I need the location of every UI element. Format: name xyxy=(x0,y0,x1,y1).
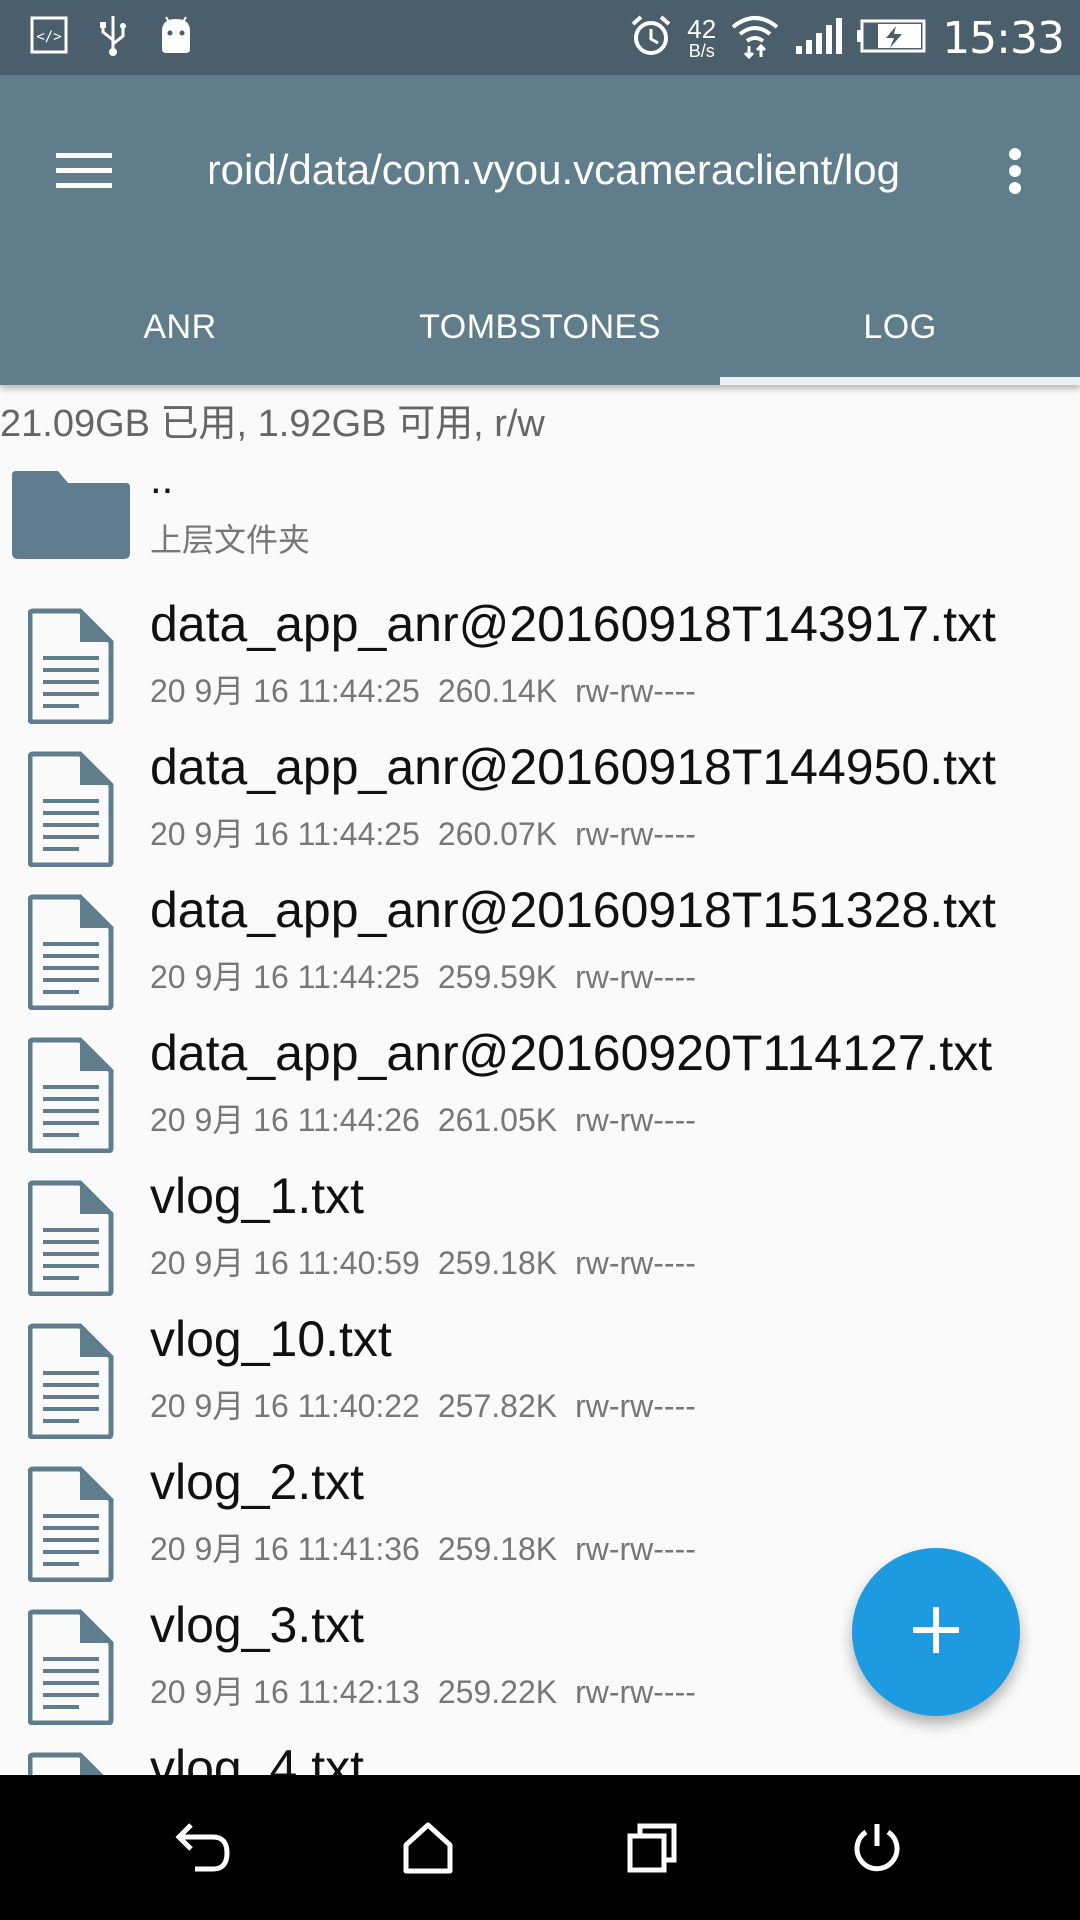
svg-text:</>: </> xyxy=(36,29,61,45)
power-button[interactable] xyxy=(832,1805,922,1895)
list-item[interactable]: vlog_4.txt xyxy=(0,1724,1080,1775)
file-name: data_app_anr@20160918T144950.txt xyxy=(150,739,996,795)
file-text-icon xyxy=(27,751,114,872)
tab-bar: ANR TOMBSTONES LOG xyxy=(0,270,1080,385)
file-name: data_app_anr@20160918T151328.txt xyxy=(150,882,996,938)
file-perms: rw-rw---- xyxy=(575,1531,696,1567)
folder-icon xyxy=(10,465,132,566)
file-size: 257.82K xyxy=(437,1388,558,1424)
list-item[interactable]: vlog_10.txt 20 9月 16 11:40:22 257.82K rw-r… xyxy=(0,1295,1080,1440)
file-meta: 20 9月 16 11:40:22 257.82K rw-rw---- xyxy=(150,1381,714,1427)
net-speed-unit: B/s xyxy=(688,41,715,61)
net-speed-value: 42 xyxy=(687,14,717,44)
tab-tombstones[interactable]: TOMBSTONES xyxy=(360,270,720,385)
tab-label: TOMBSTONES xyxy=(419,308,661,346)
file-date: 20 9月 16 11:44:26 xyxy=(150,1102,420,1138)
file-perms: rw-rw---- xyxy=(575,1388,696,1424)
power-icon xyxy=(851,1822,903,1879)
file-date: 20 9月 16 11:44:25 xyxy=(150,959,420,995)
file-meta: 20 9月 16 11:44:25 260.14K rw-rw---- xyxy=(150,666,714,712)
more-options-icon[interactable] xyxy=(990,130,1040,210)
back-button[interactable] xyxy=(158,1805,248,1895)
file-size: 259.18K xyxy=(437,1531,558,1567)
file-text-icon xyxy=(27,1466,114,1587)
file-perms: rw-rw---- xyxy=(575,816,696,852)
file-meta: 20 9月 16 11:42:13 259.22K rw-rw---- xyxy=(150,1667,714,1713)
file-text-icon xyxy=(27,1180,114,1301)
file-text-icon xyxy=(27,608,114,729)
file-date: 20 9月 16 11:40:22 xyxy=(150,1388,420,1424)
tab-log[interactable]: LOG xyxy=(720,270,1080,385)
android-icon xyxy=(158,15,194,60)
file-name: data_app_anr@20160918T143917.txt xyxy=(150,596,996,652)
file-name: vlog_4.txt xyxy=(150,1740,365,1775)
path-display[interactable]: /storage/emulated/0/Android/data/com.vyo… xyxy=(210,130,910,210)
storage-info: 21.09GB 已用, 1.92GB 可用, r/w xyxy=(0,403,545,445)
file-perms: rw-rw---- xyxy=(575,959,696,995)
navigation-bar xyxy=(0,1775,1080,1920)
file-meta: 20 9月 16 11:44:25 260.07K rw-rw---- xyxy=(150,809,714,855)
file-date: 20 9月 16 11:42:13 xyxy=(150,1674,420,1710)
clock: 15:33 xyxy=(942,12,1065,64)
parent-folder-row[interactable]: .. 上层文件夹 xyxy=(0,445,1080,580)
file-date: 20 9月 16 11:44:25 xyxy=(150,673,420,709)
plus-icon xyxy=(911,1605,961,1660)
tab-anr[interactable]: ANR xyxy=(0,270,360,385)
file-size: 259.22K xyxy=(437,1674,558,1710)
home-icon xyxy=(402,1821,454,1880)
file-name: vlog_10.txt xyxy=(150,1311,392,1367)
file-size: 259.18K xyxy=(437,1245,558,1281)
net-speed: 42 B/s xyxy=(687,16,716,60)
recents-button[interactable] xyxy=(607,1805,697,1895)
current-path: /storage/emulated/0/Android/data/com.vyo… xyxy=(210,146,900,193)
battery-charging-icon xyxy=(856,16,928,61)
file-meta: 20 9月 16 11:44:25 259.59K rw-rw---- xyxy=(150,952,714,998)
file-size: 261.05K xyxy=(437,1102,558,1138)
usb-icon xyxy=(98,14,128,61)
file-name: vlog_1.txt xyxy=(150,1168,365,1224)
signal-icon xyxy=(794,16,843,61)
list-item[interactable]: vlog_1.txt 20 9月 16 11:40:59 259.18K rw-rw… xyxy=(0,1152,1080,1297)
file-size: 260.14K xyxy=(437,673,558,709)
recents-icon xyxy=(626,1822,678,1879)
tab-label: ANR xyxy=(143,308,217,346)
list-item[interactable]: data_app_anr@20160918T151328.txt 20 9月 1… xyxy=(0,866,1080,1011)
tab-label: LOG xyxy=(863,308,937,346)
file-size: 260.07K xyxy=(437,816,558,852)
file-meta: 20 9月 16 11:40:59 259.18K rw-rw---- xyxy=(150,1238,714,1284)
file-date: 20 9月 16 11:40:59 xyxy=(150,1245,420,1281)
file-size: 259.59K xyxy=(437,959,558,995)
wifi-icon xyxy=(730,13,780,64)
list-item[interactable]: data_app_anr@20160918T143917.txt 20 9月 1… xyxy=(0,580,1080,725)
file-name: data_app_anr@20160920T114127.txt xyxy=(150,1025,993,1081)
file-perms: rw-rw---- xyxy=(575,673,696,709)
file-name: vlog_3.txt xyxy=(150,1597,365,1653)
file-meta: 20 9月 16 11:41:36 259.18K rw-rw---- xyxy=(150,1524,714,1570)
file-date: 20 9月 16 11:44:25 xyxy=(150,816,420,852)
file-text-icon xyxy=(27,1752,114,1775)
home-button[interactable] xyxy=(383,1805,473,1895)
alarm-icon xyxy=(629,14,673,63)
file-meta: 20 9月 16 11:44:26 261.05K rw-rw---- xyxy=(150,1095,714,1141)
parent-folder-name: .. xyxy=(150,455,174,502)
file-text-icon xyxy=(27,1037,114,1158)
menu-icon[interactable] xyxy=(50,135,120,205)
list-item[interactable]: data_app_anr@20160920T114127.txt 20 9月 1… xyxy=(0,1009,1080,1154)
file-perms: rw-rw---- xyxy=(575,1674,696,1710)
file-text-icon xyxy=(27,1609,114,1730)
list-item[interactable]: data_app_anr@20160918T144950.txt 20 9月 1… xyxy=(0,723,1080,868)
app-toolbar: /storage/emulated/0/Android/data/com.vyo… xyxy=(0,75,1080,385)
file-text-icon xyxy=(27,1323,114,1444)
add-button[interactable] xyxy=(852,1548,1020,1716)
back-icon xyxy=(173,1821,233,1880)
parent-folder-desc: 上层文件夹 xyxy=(150,522,311,558)
file-name: vlog_2.txt xyxy=(150,1454,365,1510)
code-icon: </> xyxy=(30,16,68,59)
file-perms: rw-rw---- xyxy=(575,1102,696,1138)
file-date: 20 9月 16 11:41:36 xyxy=(150,1531,420,1567)
file-perms: rw-rw---- xyxy=(575,1245,696,1281)
status-bar: </> 42 B/s 15:33 xyxy=(0,0,1080,75)
file-text-icon xyxy=(27,894,114,1015)
